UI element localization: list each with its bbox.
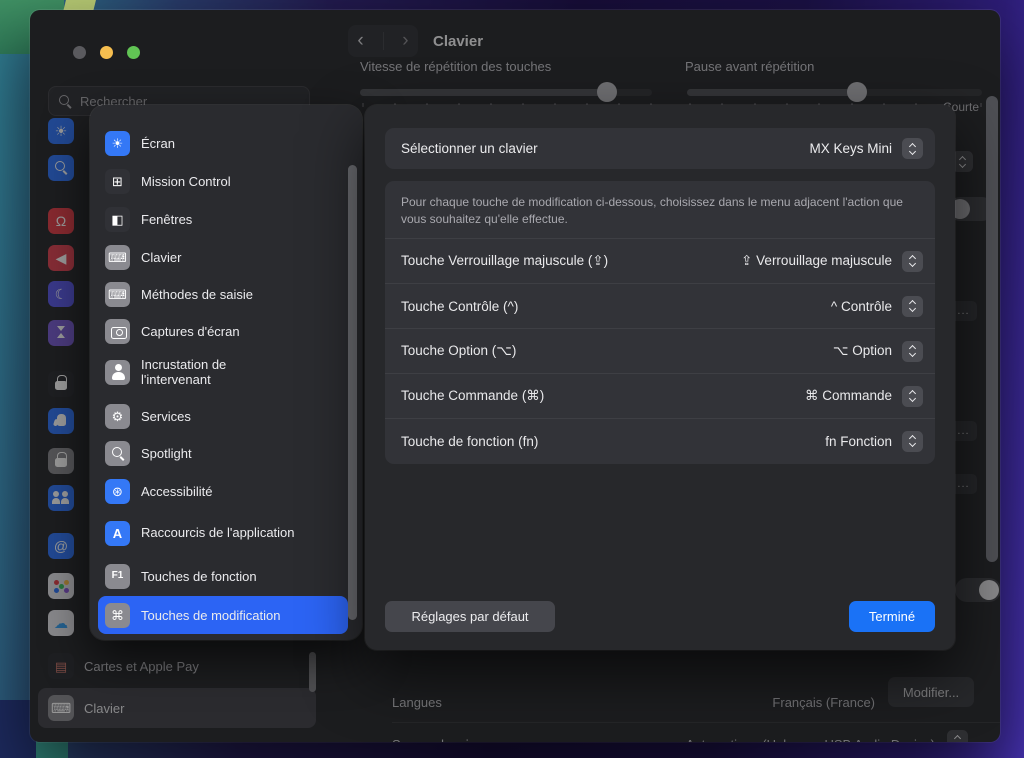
app-shortcuts-icon: A bbox=[105, 521, 130, 546]
chevron-down-icon bbox=[909, 147, 916, 154]
row-fn: Touche de fonction (fn) fn Fonction bbox=[385, 418, 935, 463]
zoom-button[interactable] bbox=[127, 46, 140, 59]
keyboard-select-label: Sélectionner un clavier bbox=[401, 141, 809, 156]
popover-item-label: Méthodes de saisie bbox=[141, 287, 253, 302]
row-value: ⌘ Commande bbox=[805, 388, 892, 404]
screen: ☀ Ω ◀ ☾ @ ☁ ▤ Cartes et Apple Pay ⌨ Clav… bbox=[0, 0, 1024, 758]
modifier-keys-group: Pour chaque touche de modification ci-de… bbox=[385, 181, 935, 464]
popover-item-label: Services bbox=[141, 409, 191, 424]
popover-item-mission-control[interactable]: ⊞ Mission Control bbox=[98, 162, 348, 200]
popover-item-label: Incrustation de l'intervenant bbox=[141, 357, 296, 388]
keyboard-icon: ⌨ bbox=[105, 245, 130, 270]
chevron-down-icon bbox=[909, 440, 916, 447]
popover-item-label: Raccourcis de l'application bbox=[141, 525, 296, 541]
row-label: Touche Commande (⌘) bbox=[401, 388, 805, 404]
done-button[interactable]: Terminé bbox=[849, 601, 935, 632]
keyboard-select-row[interactable]: Sélectionner un clavier MX Keys Mini bbox=[385, 128, 935, 169]
close-button[interactable] bbox=[73, 46, 86, 59]
main-scrollbar[interactable] bbox=[986, 96, 998, 562]
chevron-down-icon bbox=[909, 305, 916, 312]
stepper[interactable] bbox=[902, 138, 923, 159]
popover-item-label: Touches de modification bbox=[141, 608, 280, 623]
popover-item-touches-modification[interactable]: ⌘ Touches de modification bbox=[98, 596, 348, 634]
accessibility-icon: ⊛ bbox=[105, 479, 130, 504]
presenter-icon bbox=[105, 360, 130, 385]
popover-item-label: Spotlight bbox=[141, 446, 192, 461]
popover-item-accessibilite[interactable]: ⊛ Accessibilité bbox=[98, 472, 348, 510]
popover-item-clavier[interactable]: ⌨ Clavier bbox=[98, 238, 348, 276]
popover-item-label: Fenêtres bbox=[141, 212, 192, 227]
restore-defaults-button[interactable]: Réglages par défaut bbox=[385, 601, 555, 632]
row-label: Touche Contrôle (^) bbox=[401, 299, 831, 314]
shortcut-categories-popover: ☀ Écran ⊞ Mission Control ◧ Fenêtres ⌨ C… bbox=[90, 105, 362, 640]
mission-control-icon: ⊞ bbox=[105, 169, 130, 194]
row-option: Touche Option (⌥) ⌥ Option bbox=[385, 328, 935, 373]
chevron-down-icon bbox=[909, 395, 916, 402]
row-label: Touche de fonction (fn) bbox=[401, 434, 825, 449]
row-command: Touche Commande (⌘) ⌘ Commande bbox=[385, 373, 935, 418]
popover-item-label: Captures d'écran bbox=[141, 324, 240, 339]
displays-icon: ☀ bbox=[105, 131, 130, 156]
row-control: Touche Contrôle (^) ^ Contrôle bbox=[385, 283, 935, 328]
row-value: fn Fonction bbox=[825, 434, 892, 449]
popover-item-services[interactable]: ⚙ Services bbox=[98, 397, 348, 435]
row-value: ⇪ Verrouillage majuscule bbox=[741, 253, 892, 269]
magnifier-icon bbox=[105, 441, 130, 466]
popover-item-captures-ecran[interactable]: Captures d'écran bbox=[98, 312, 348, 350]
modifier-keys-sheet: Sélectionner un clavier MX Keys Mini Pou… bbox=[365, 105, 955, 650]
fn-key-icon: F1 bbox=[105, 564, 130, 589]
row-label: Touche Option (⌥) bbox=[401, 343, 833, 359]
popover-item-fenetres[interactable]: ◧ Fenêtres bbox=[98, 200, 348, 238]
row-label: Touche Verrouillage majuscule (⇪) bbox=[401, 253, 741, 269]
row-value: ⌥ Option bbox=[833, 343, 892, 359]
popover-item-spotlight[interactable]: Spotlight bbox=[98, 434, 348, 472]
settings-window: ☀ Ω ◀ ☾ @ ☁ ▤ Cartes et Apple Pay ⌨ Clav… bbox=[30, 10, 1000, 742]
keyboard-icon: ⌨ bbox=[105, 282, 130, 307]
popover-item-label: Touches de fonction bbox=[141, 569, 257, 584]
stepper[interactable] bbox=[902, 386, 923, 407]
chevron-down-icon bbox=[909, 350, 916, 357]
popover-scrollbar[interactable] bbox=[348, 165, 357, 620]
stepper[interactable] bbox=[902, 341, 923, 362]
popover-item-label: Accessibilité bbox=[141, 484, 213, 499]
popover-item-methodes-saisie[interactable]: ⌨ Méthodes de saisie bbox=[98, 275, 348, 313]
popover-item-ecran[interactable]: ☀ Écran bbox=[98, 124, 348, 162]
popover-item-raccourcis-app[interactable]: A Raccourcis de l'application bbox=[98, 508, 348, 558]
stepper[interactable] bbox=[902, 431, 923, 452]
info-text: Pour chaque touche de modification ci-de… bbox=[385, 181, 935, 238]
stepper[interactable] bbox=[902, 296, 923, 317]
stepper[interactable] bbox=[902, 251, 923, 272]
popover-item-label: Écran bbox=[141, 136, 175, 151]
popover-item-label: Clavier bbox=[141, 250, 181, 265]
popover-item-touches-fonction[interactable]: F1 Touches de fonction bbox=[98, 557, 348, 595]
minimize-button[interactable] bbox=[100, 46, 113, 59]
popover-item-label: Mission Control bbox=[141, 174, 231, 189]
camera-icon bbox=[105, 319, 130, 344]
command-key-icon: ⌘ bbox=[105, 603, 130, 628]
keyboard-select-value: MX Keys Mini bbox=[809, 141, 892, 156]
row-caps-lock: Touche Verrouillage majuscule (⇪) ⇪ Verr… bbox=[385, 238, 935, 283]
gear-icon: ⚙ bbox=[105, 404, 130, 429]
popover-item-incrustation[interactable]: Incrustation de l'intervenant bbox=[98, 347, 348, 397]
chevron-down-icon bbox=[909, 260, 916, 267]
row-value: ^ Contrôle bbox=[831, 299, 892, 314]
windows-icon: ◧ bbox=[105, 207, 130, 232]
